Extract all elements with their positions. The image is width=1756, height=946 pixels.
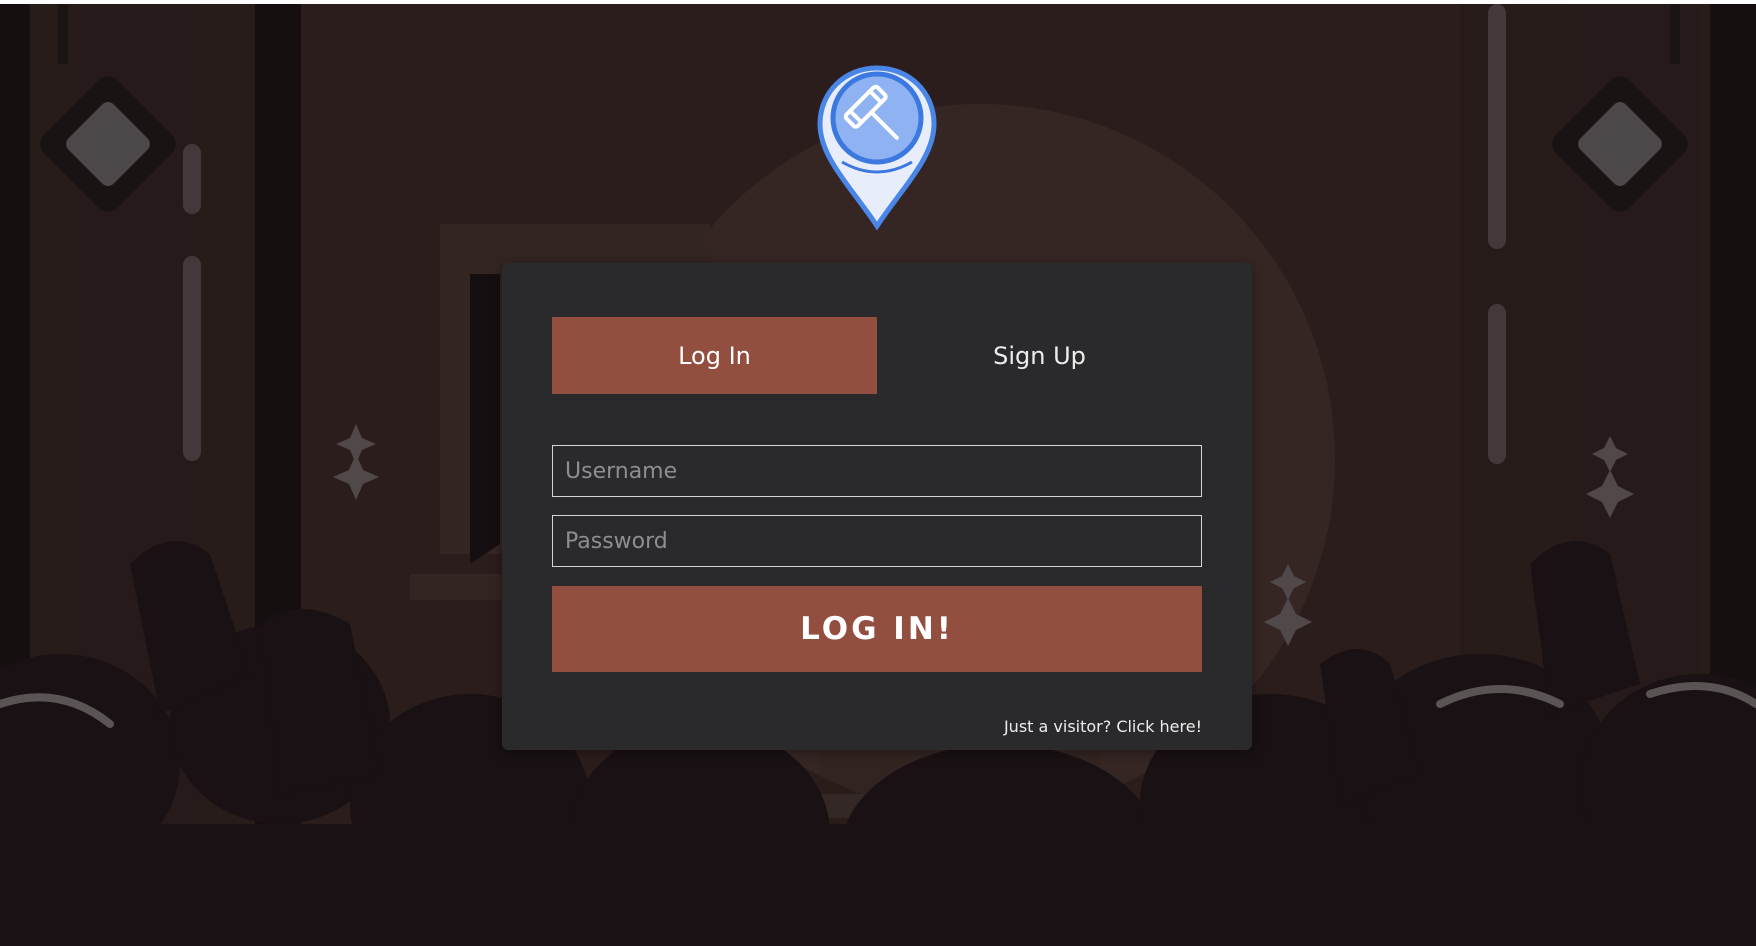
visitor-link[interactable]: Just a visitor? Click here! bbox=[1004, 717, 1202, 736]
password-input[interactable] bbox=[552, 515, 1202, 567]
gavel-map-pin-icon bbox=[812, 62, 942, 232]
tab-sign-up[interactable]: Sign Up bbox=[877, 317, 1202, 394]
tab-log-in[interactable]: Log In bbox=[552, 317, 877, 394]
login-card: Log In Sign Up LOG IN! Just a visitor? C… bbox=[502, 263, 1252, 750]
auth-tabs: Log In Sign Up bbox=[552, 317, 1202, 394]
log-in-button[interactable]: LOG IN! bbox=[552, 586, 1202, 672]
username-input[interactable] bbox=[552, 445, 1202, 497]
